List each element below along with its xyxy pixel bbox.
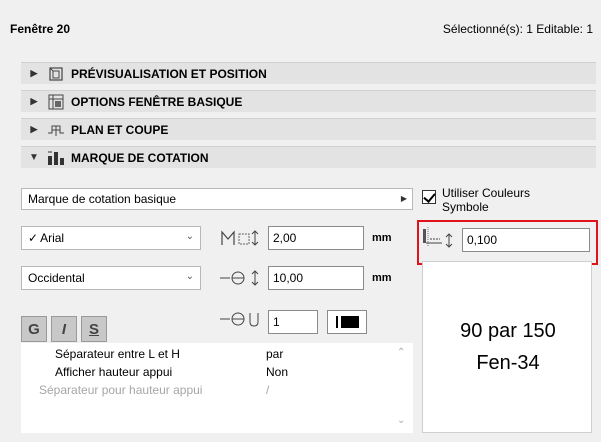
font-size-icon [220,229,262,250]
section-label: PRÉVISUALISATION ET POSITION [71,66,267,81]
pen-icon [220,310,262,333]
italic-button[interactable]: I [51,316,77,342]
collapse-arrow-icon: ▼ [29,152,39,163]
section-window-options[interactable]: ▶ OPTIONS FENÊTRE BASIQUE [21,90,596,112]
window-title: Fenêtre 20 [10,22,71,36]
pen-number-input[interactable]: 1 [268,310,318,334]
marker-type-dropdown[interactable]: Marque de cotation basique ▶ [21,188,413,210]
settings-list: Séparateur entre L et H par Afficher hau… [21,343,413,433]
expand-arrow-icon: ▶ [30,96,38,106]
section-label: PLAN ET COUPE [71,122,169,137]
use-symbol-colors-checkbox[interactable] [422,190,436,204]
list-item-key: Séparateur entre L et H [55,347,180,361]
marker-type-label: Marque de cotation basique [28,192,177,206]
selection-status: Sélectionné(s): 1 Editable: 1 [442,22,593,36]
list-item-key: Séparateur pour hauteur appui [39,383,203,397]
checkmark-icon: ✓ [28,231,39,245]
font-name: Arial [40,231,65,245]
marker-preview: 90 par 150 Fen-34 [422,261,592,433]
charset-name: Occidental [28,271,85,285]
list-item[interactable]: Séparateur pour hauteur appui / [21,383,413,398]
list-item-key: Afficher hauteur appui [55,365,173,379]
use-symbol-colors-label: Utiliser Couleurs Symbole [442,186,531,214]
marker-offset-icon [220,269,262,290]
expand-arrow-icon: ▶ [30,68,38,78]
plan-section-icon [43,123,69,137]
font-size-unit: mm [372,232,392,244]
font-size-input[interactable]: 2,00 [268,226,364,250]
list-item-value: par [266,347,284,361]
list-item-value: Non [266,365,289,379]
submenu-arrow-icon: ▶ [400,194,407,203]
section-dimension-marker[interactable]: ▼ MARQUE DE COTATION [21,146,596,168]
preview-position-icon [43,66,69,82]
list-item[interactable]: Afficher hauteur appui Non [21,365,413,380]
pen-color-swatch [340,316,359,328]
line-weight-icon [422,225,458,258]
bold-button[interactable]: G [21,316,47,342]
pen-color-button[interactable] [327,310,367,334]
section-label: MARQUE DE COTATION [71,150,209,165]
charset-select[interactable]: Occidental ⌄ [21,266,201,290]
chevron-down-icon: ⌄ [185,231,194,242]
chevron-down-icon: ⌄ [185,271,194,282]
section-preview-position[interactable]: ▶ PRÉVISUALISATION ET POSITION [21,62,596,84]
pen-line-input[interactable]: 0,100 [462,228,590,252]
section-plan-section[interactable]: ▶ PLAN ET COUPE [21,118,596,140]
preview-dimension-text: 90 par 150 [460,320,556,342]
scroll-down-icon[interactable]: ⌄ [397,415,405,426]
marker-offset-input[interactable]: 10,00 [268,266,364,290]
pen-line-swatch [335,316,338,328]
marker-offset-unit: mm [372,272,392,284]
scroll-up-icon[interactable]: ⌃ [397,347,405,358]
expand-arrow-icon: ▶ [30,124,38,134]
dimension-marker-icon [43,150,69,166]
window-options-icon [43,94,69,110]
underline-button[interactable]: S [81,316,107,342]
section-label: OPTIONS FENÊTRE BASIQUE [71,94,243,109]
list-item-value: / [266,383,270,397]
preview-id-text: Fen-34 [476,352,540,374]
font-select[interactable]: ✓ Arial ⌄ [21,226,201,250]
list-item[interactable]: Séparateur entre L et H par [21,347,413,362]
